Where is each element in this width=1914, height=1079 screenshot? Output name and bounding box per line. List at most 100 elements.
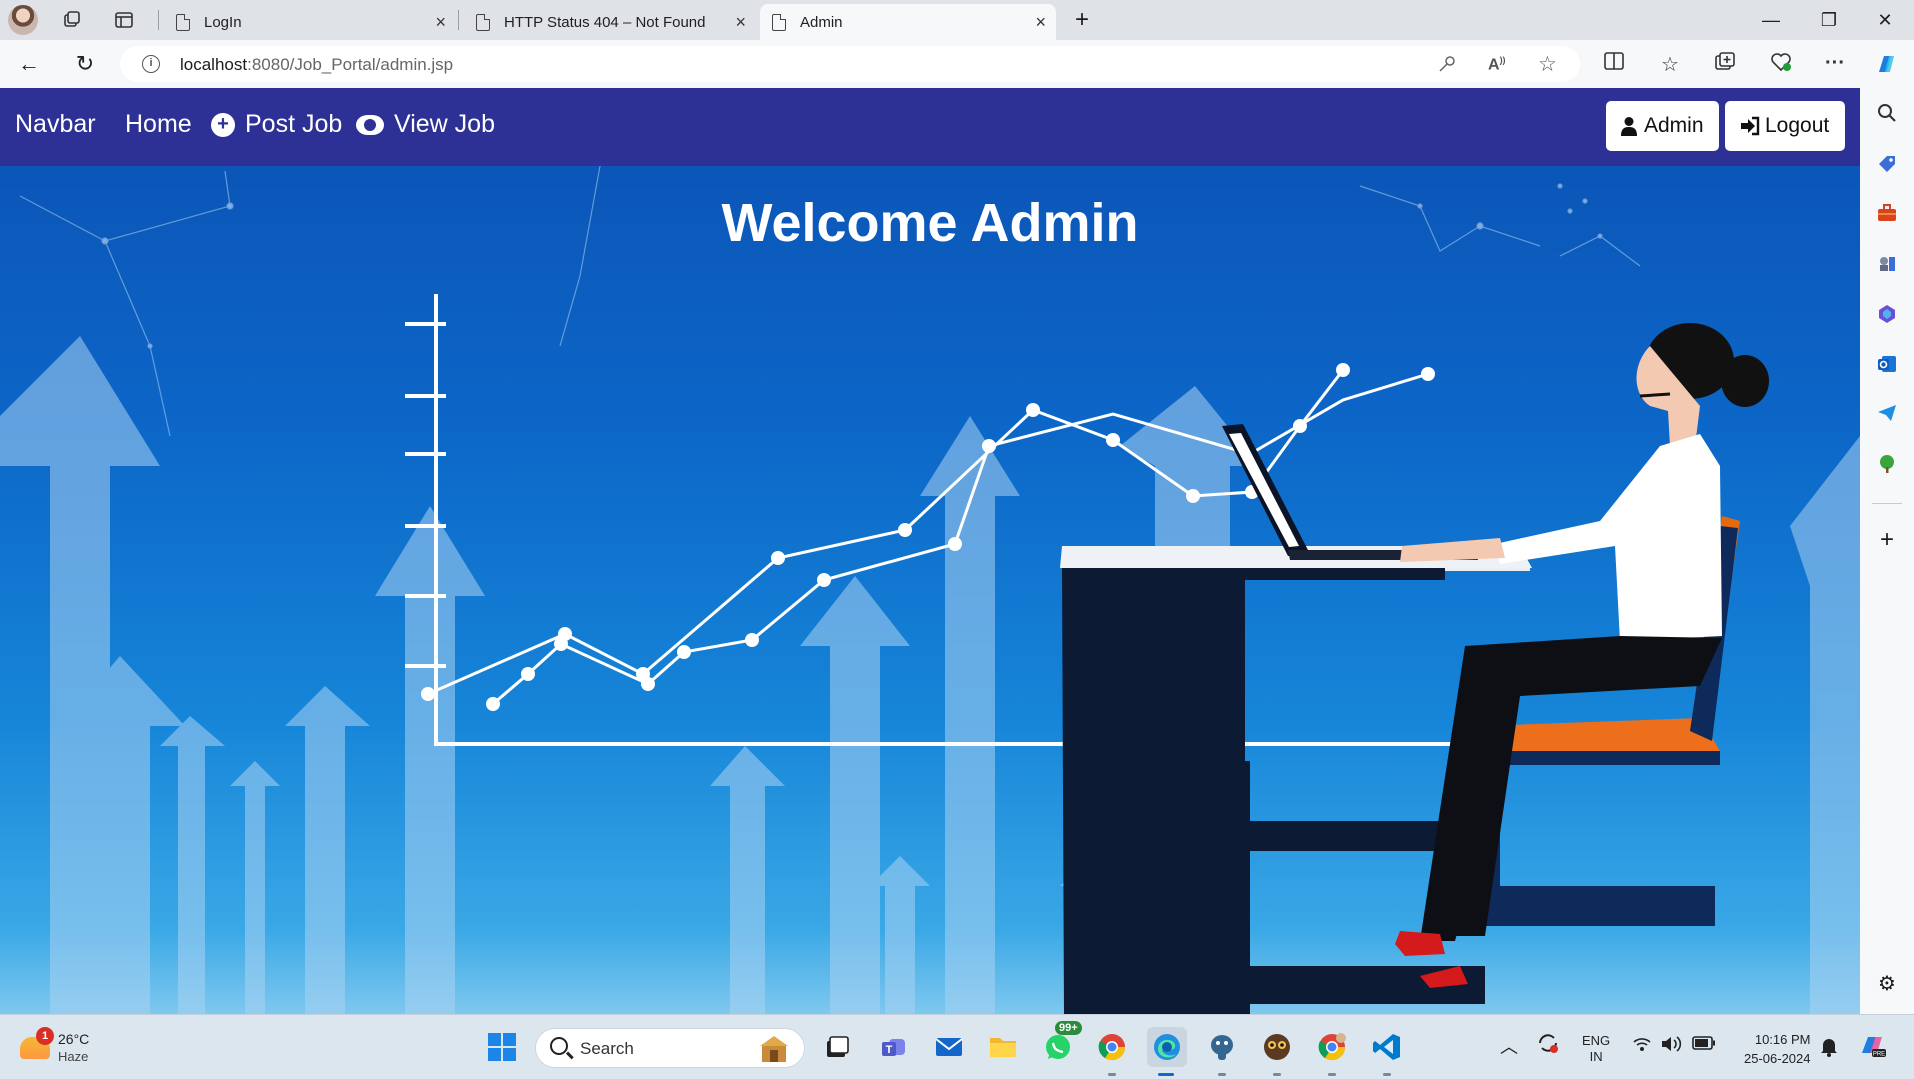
page-viewport: Navbar Home + Post Job View Job Admin Lo… (0, 88, 1860, 1014)
add-sidebar-app-icon[interactable]: + (1873, 526, 1901, 554)
minimize-button[interactable]: — (1748, 6, 1794, 34)
notification-bell-icon[interactable] (1820, 1037, 1838, 1060)
admin-button[interactable]: Admin (1606, 101, 1719, 151)
sidebar-settings-gear-icon[interactable]: ⚙ (1873, 970, 1901, 998)
read-aloud-icon[interactable]: A)) (1488, 55, 1506, 74)
sync-icon[interactable] (1536, 1031, 1560, 1058)
volume-icon[interactable] (1660, 1035, 1682, 1056)
page-icon (176, 13, 190, 31)
whatsapp-app[interactable]: 99+ (1038, 1021, 1082, 1067)
send-telegram-icon[interactable] (1873, 403, 1901, 431)
address-bar-row: ← ↻ i localhost:8080/Job_Portal/admin.js… (0, 40, 1914, 88)
site-info-icon[interactable]: i (142, 55, 160, 73)
whatsapp-badge: 99+ (1055, 1021, 1082, 1035)
settings-more-icon[interactable]: ··· (1822, 52, 1848, 75)
page-icon (476, 13, 490, 31)
svg-text:T: T (886, 1044, 893, 1056)
user-icon (1621, 117, 1637, 136)
tools-briefcase-icon[interactable] (1873, 203, 1901, 231)
clock-date: 25-06-2024 (1744, 1051, 1811, 1066)
split-screen-icon[interactable] (1601, 52, 1627, 76)
file-explorer-app[interactable] (983, 1027, 1023, 1067)
edge-app[interactable] (1147, 1027, 1187, 1067)
sign-in-icon (1741, 116, 1760, 136)
copilot-taskbar-icon[interactable]: PRE (1858, 1031, 1886, 1062)
teams-app[interactable]: T (874, 1027, 914, 1067)
back-button[interactable]: ← (14, 50, 44, 78)
region-code: IN (1589, 1049, 1603, 1064)
taskbar-search-box[interactable]: Search (535, 1028, 805, 1068)
favorites-icon[interactable]: ☆ (1657, 52, 1683, 77)
admin-button-label: Admin (1644, 114, 1704, 137)
close-window-button[interactable]: ✕ (1862, 6, 1908, 34)
key-icon[interactable] (1438, 55, 1456, 78)
new-tab-button[interactable]: + (1070, 6, 1094, 33)
wifi-icon[interactable] (1632, 1035, 1652, 1056)
browser-tab-strip: LogIn × HTTP Status 404 – Not Found × Ad… (0, 0, 1914, 40)
page-icon (772, 13, 786, 31)
url-text: localhost:8080/Job_Portal/admin.jsp (180, 55, 454, 74)
chrome-app[interactable] (1092, 1027, 1132, 1067)
outlook-icon[interactable] (1873, 353, 1901, 381)
profile-avatar[interactable] (8, 5, 38, 35)
plus-circle-icon: + (211, 112, 235, 137)
vscode-app[interactable] (1367, 1027, 1407, 1067)
windows-taskbar: 1 26°C Haze Search T 99+ ︿ ENG IN 10:16 … (0, 1014, 1914, 1079)
task-view-app[interactable] (817, 1027, 857, 1067)
language-indicator[interactable]: ENG IN (1582, 1033, 1610, 1065)
favorite-star-icon[interactable]: ☆ (1538, 52, 1557, 77)
search-icon[interactable] (1873, 103, 1901, 131)
microsoft-365-icon[interactable] (1873, 303, 1901, 331)
navbar-brand[interactable]: Navbar (15, 110, 96, 139)
owl-app[interactable] (1257, 1027, 1297, 1067)
restore-button[interactable]: ❐ (1806, 6, 1852, 34)
tree-icon[interactable] (1873, 453, 1901, 481)
app-navbar: Navbar Home + Post Job View Job Admin Lo… (0, 88, 1860, 166)
close-tab-icon[interactable]: × (1035, 12, 1046, 33)
clock-time: 10:16 PM (1754, 1032, 1811, 1047)
nav-link-label: Home (125, 110, 192, 138)
browser-sidebar: + ⚙ (1860, 88, 1914, 1014)
clock[interactable]: 10:16 PM 25-06-2024 (1744, 1030, 1811, 1068)
workspaces-icon[interactable] (60, 8, 84, 32)
mail-app[interactable] (929, 1027, 969, 1067)
nav-link-post-job[interactable]: + Post Job (211, 110, 342, 139)
show-hidden-icons-chevron-icon[interactable]: ︿ (1500, 1033, 1518, 1059)
battery-icon[interactable] (1692, 1036, 1716, 1053)
nav-link-label: Post Job (245, 110, 343, 138)
close-tab-icon[interactable]: × (435, 12, 446, 33)
growth-chart-illustration (0, 166, 1860, 1014)
postgresql-app[interactable] (1202, 1027, 1242, 1067)
tab-actions-icon[interactable] (112, 8, 136, 32)
windows-logo-icon (488, 1033, 516, 1061)
search-icon (550, 1037, 568, 1055)
start-button[interactable] (482, 1027, 522, 1067)
tab-login[interactable]: LogIn × (164, 4, 456, 40)
weather-widget[interactable]: 1 26°C Haze (18, 1027, 138, 1069)
nav-link-home[interactable]: Home (125, 110, 192, 139)
close-tab-icon[interactable]: × (735, 12, 746, 33)
games-chess-icon[interactable] (1873, 253, 1901, 281)
weather-badge: 1 (36, 1027, 54, 1045)
weather-condition: Haze (58, 1049, 89, 1064)
chrome-profile-app[interactable] (1312, 1027, 1352, 1067)
eye-icon (356, 114, 384, 135)
tab-title: LogIn (204, 13, 242, 31)
tab-title: HTTP Status 404 – Not Found (504, 13, 706, 31)
copilot-icon[interactable] (1873, 52, 1899, 82)
tab-admin[interactable]: Admin × (760, 4, 1056, 40)
collections-icon[interactable] (1712, 52, 1738, 76)
svg-text:PRE: PRE (1873, 1052, 1885, 1058)
logout-button-label: Logout (1765, 114, 1830, 137)
tab-title: Admin (800, 13, 843, 31)
search-placeholder: Search (580, 1039, 634, 1058)
tab-404[interactable]: HTTP Status 404 – Not Found × (464, 4, 756, 40)
reload-button[interactable]: ↻ (70, 50, 100, 78)
weather-temp: 26°C (58, 1031, 90, 1047)
url-field[interactable]: i localhost:8080/Job_Portal/admin.jsp A)… (120, 46, 1580, 82)
browser-essentials-icon[interactable] (1768, 52, 1794, 78)
nav-link-view-job[interactable]: View Job (356, 110, 495, 139)
hero-banner: Welcome Admin (0, 166, 1860, 1014)
logout-button[interactable]: Logout (1725, 101, 1845, 151)
shopping-tag-icon[interactable] (1873, 153, 1901, 181)
